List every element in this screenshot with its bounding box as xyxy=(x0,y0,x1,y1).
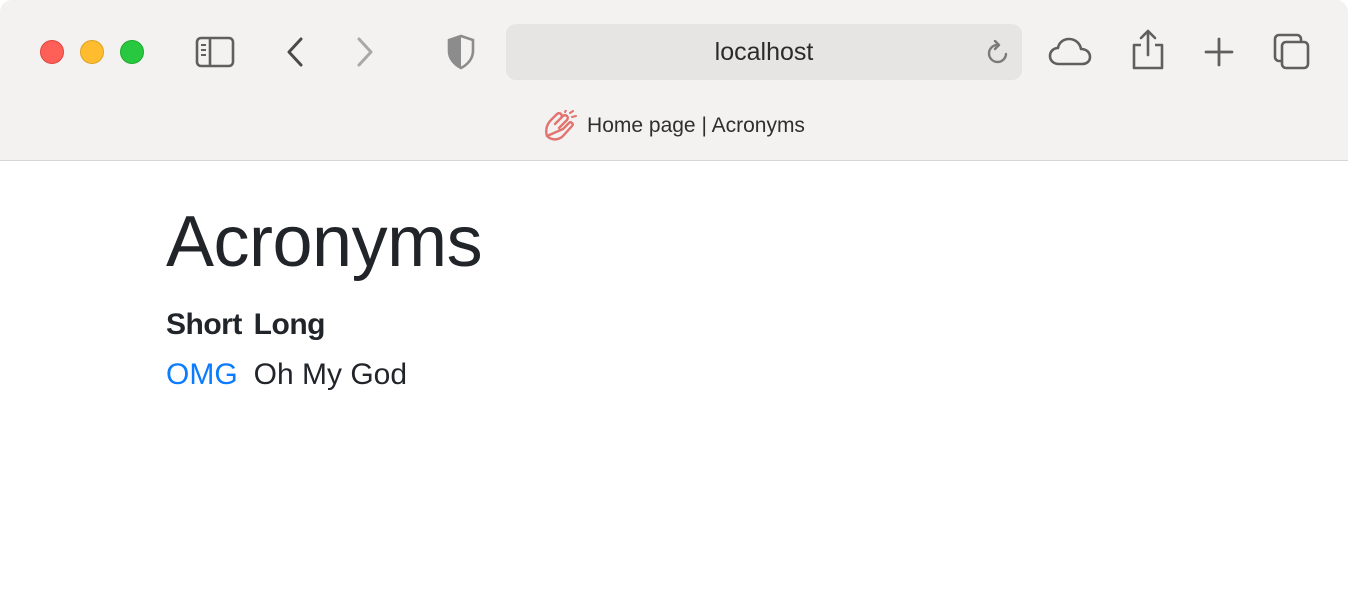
reload-icon[interactable] xyxy=(986,40,1010,66)
browser-window: localhost Home page | Acronyms Acronyms … xyxy=(0,0,1348,612)
active-tab[interactable]: Home page | Acronyms xyxy=(0,110,1348,158)
cell-short: OMG xyxy=(166,344,254,392)
tab-title: Home page | Acronyms xyxy=(587,114,805,137)
share-icon[interactable] xyxy=(1131,28,1165,70)
cell-long: Oh My God xyxy=(253,358,408,391)
minimize-window-button[interactable] xyxy=(80,40,104,64)
address-bar[interactable]: localhost xyxy=(506,24,1022,80)
new-tab-icon[interactable] xyxy=(1204,37,1234,67)
tabs-overview-icon[interactable] xyxy=(1273,33,1311,71)
browser-toolbar: localhost Home page | Acronyms xyxy=(0,0,1348,161)
column-header-short: Short xyxy=(166,308,242,341)
acronyms-table: Short Long OMG Oh My God xyxy=(166,308,423,392)
shield-icon[interactable] xyxy=(446,34,476,70)
page-title: Acronyms xyxy=(166,202,483,282)
acronym-link[interactable]: OMG xyxy=(166,358,238,391)
maximize-window-button[interactable] xyxy=(120,40,144,64)
table-row: OMG Oh My God xyxy=(166,344,423,392)
table-header-row: Short Long xyxy=(166,308,423,344)
column-header-long: Long xyxy=(253,308,326,341)
close-window-button[interactable] xyxy=(40,40,64,64)
sidebar-icon[interactable] xyxy=(195,36,235,68)
favicon-hand-icon xyxy=(545,110,578,141)
page-content: Acronyms Short Long OMG Oh My God xyxy=(166,196,483,392)
back-icon[interactable] xyxy=(284,36,306,68)
forward-icon[interactable] xyxy=(354,36,376,68)
address-text: localhost xyxy=(714,38,814,66)
cloud-icon[interactable] xyxy=(1048,36,1092,68)
